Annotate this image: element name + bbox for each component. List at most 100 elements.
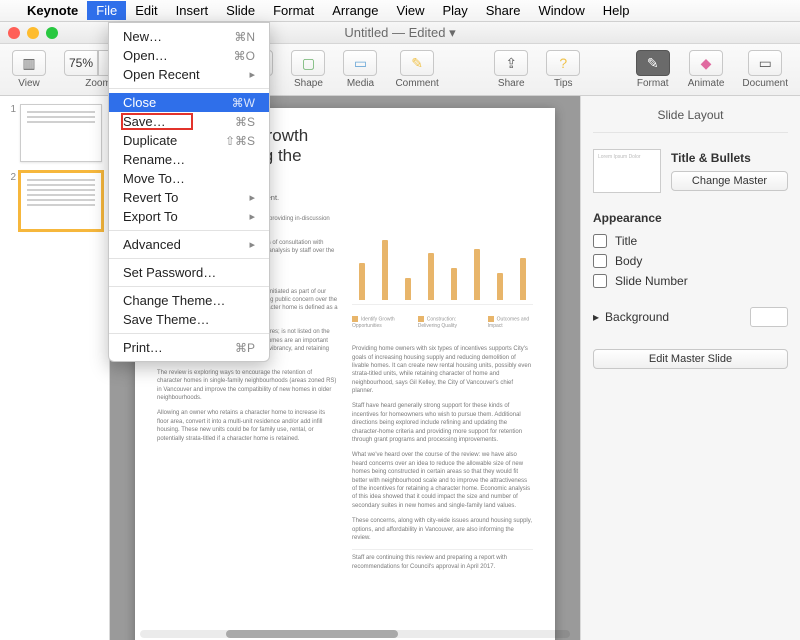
scrollbar-thumb[interactable]: [226, 630, 398, 638]
disclosure-triangle-icon: ▸: [593, 310, 599, 324]
animate-inspector-button[interactable]: ◆: [689, 50, 723, 76]
menu-item-label: Close: [123, 95, 156, 110]
body-checkbox-row[interactable]: Body: [593, 251, 788, 271]
menu-view[interactable]: View: [388, 1, 434, 20]
menu-insert[interactable]: Insert: [167, 1, 218, 20]
menu-share[interactable]: Share: [477, 1, 530, 20]
shape-icon: ▢: [302, 55, 315, 72]
animate-label: Animate: [688, 78, 725, 89]
inspector-title: Slide Layout: [593, 104, 788, 133]
menu-item-label: Export To: [123, 209, 178, 224]
menu-item-set-password[interactable]: Set Password…: [109, 263, 269, 282]
traffic-lights: [8, 27, 58, 39]
body-text: Staff have heard generally strong suppor…: [352, 402, 533, 444]
format-label: Format: [637, 78, 669, 89]
menu-item-save-theme[interactable]: Save Theme…: [109, 310, 269, 329]
menu-item-label: Change Theme…: [123, 293, 225, 308]
share-icon: ⇪: [505, 55, 517, 72]
slidenum-checkbox-row[interactable]: Slide Number: [593, 271, 788, 291]
menu-window[interactable]: Window: [529, 1, 593, 20]
change-master-button[interactable]: Change Master: [671, 171, 788, 191]
menu-item-label: Move To…: [123, 171, 185, 186]
menu-item-label: New…: [123, 29, 162, 44]
checkbox-label: Title: [615, 234, 637, 248]
slide-preview: [20, 172, 102, 230]
menu-shortcut: ⌘N: [234, 30, 255, 44]
view-button[interactable]: ▥: [12, 50, 46, 76]
menu-shortcut: ⌘W: [232, 96, 255, 110]
minimize-window-icon[interactable]: [27, 27, 39, 39]
menu-item-close[interactable]: Close ⌘W: [109, 93, 269, 112]
menu-play[interactable]: Play: [433, 1, 476, 20]
menu-item-label: Duplicate: [123, 133, 177, 148]
menu-item-label: Print…: [123, 340, 163, 355]
document-label: Document: [742, 78, 788, 89]
slide-number: 2: [6, 172, 16, 183]
master-thumbnail: Lorem Ipsum Dolor: [593, 149, 661, 193]
format-inspector-button[interactable]: ✎: [636, 50, 670, 76]
share-button[interactable]: ⇪: [494, 50, 528, 76]
title-checkbox-row[interactable]: Title: [593, 231, 788, 251]
zoom-value-button[interactable]: 75%: [64, 50, 98, 76]
master-name: Title & Bullets: [671, 151, 788, 165]
menu-item-advanced[interactable]: Advanced: [109, 235, 269, 254]
menu-item-label: Save…: [123, 114, 166, 129]
menu-edit[interactable]: Edit: [126, 1, 166, 20]
slide-thumb[interactable]: 1: [6, 104, 103, 162]
document-inspector-button[interactable]: ▭: [748, 50, 782, 76]
menu-arrange[interactable]: Arrange: [323, 1, 387, 20]
menu-item-change-theme[interactable]: Change Theme…: [109, 291, 269, 310]
zoom-window-icon[interactable]: [46, 27, 58, 39]
menu-item-new[interactable]: New… ⌘N: [109, 27, 269, 46]
menu-file[interactable]: File: [87, 1, 126, 20]
comment-label: Comment: [395, 78, 438, 89]
menu-shortcut: ⇧⌘S: [225, 134, 255, 148]
shape-label: Shape: [294, 78, 323, 89]
body-checkbox[interactable]: [593, 254, 607, 268]
menu-item-save[interactable]: Save…⌘S: [109, 112, 269, 131]
menu-shortcut: ⌘O: [234, 49, 255, 63]
chart-bar: [359, 263, 365, 300]
comment-button[interactable]: ✎: [400, 50, 434, 76]
app-menu[interactable]: Keynote: [18, 1, 87, 20]
menu-slide[interactable]: Slide: [217, 1, 264, 20]
tips-label: Tips: [554, 78, 573, 89]
menu-item-revert-to[interactable]: Revert To: [109, 188, 269, 207]
body-text: Allowing an owner who retains a characte…: [157, 409, 338, 443]
chart-bar: [520, 258, 526, 300]
menu-item-print[interactable]: Print… ⌘P: [109, 338, 269, 357]
media-icon: ▭: [354, 55, 367, 72]
menu-help[interactable]: Help: [594, 1, 639, 20]
slide-thumb[interactable]: 2: [6, 172, 103, 230]
zoom-value: 75%: [65, 56, 97, 70]
menu-item-open[interactable]: Open…⌘O: [109, 46, 269, 65]
menu-format[interactable]: Format: [264, 1, 323, 20]
media-label: Media: [347, 78, 374, 89]
chart-bar: [497, 273, 503, 301]
chart-bar: [474, 249, 480, 300]
slidenum-checkbox[interactable]: [593, 274, 607, 288]
tips-icon: ?: [559, 55, 567, 71]
shape-button[interactable]: ▢: [291, 50, 325, 76]
close-window-icon[interactable]: [8, 27, 20, 39]
menu-item-duplicate[interactable]: Duplicate ⇧⌘S: [109, 131, 269, 150]
body-text: These concerns, along with city-wide iss…: [352, 517, 533, 542]
menu-item-export-to[interactable]: Export To: [109, 207, 269, 226]
media-button[interactable]: ▭: [343, 50, 377, 76]
chart-bar: [405, 278, 411, 301]
menu-item-label: Save Theme…: [123, 312, 209, 327]
menu-item-rename[interactable]: Rename…: [109, 150, 269, 169]
menu-item-open-recent[interactable]: Open Recent: [109, 65, 269, 84]
title-checkbox[interactable]: [593, 234, 607, 248]
menu-shortcut: ⌘P: [235, 341, 255, 355]
document-icon: ▭: [759, 55, 772, 72]
menu-item-label: Revert To: [123, 190, 178, 205]
tips-button[interactable]: ?: [546, 50, 580, 76]
background-color-swatch[interactable]: [750, 307, 788, 327]
brush-icon: ✎: [647, 55, 659, 72]
edit-master-slide-button[interactable]: Edit Master Slide: [593, 349, 788, 369]
menu-item-move-to[interactable]: Move To…: [109, 169, 269, 188]
menu-item-label: Rename…: [123, 152, 185, 167]
horizontal-scrollbar[interactable]: [140, 630, 570, 638]
background-disclosure[interactable]: ▸ Background: [593, 299, 788, 335]
